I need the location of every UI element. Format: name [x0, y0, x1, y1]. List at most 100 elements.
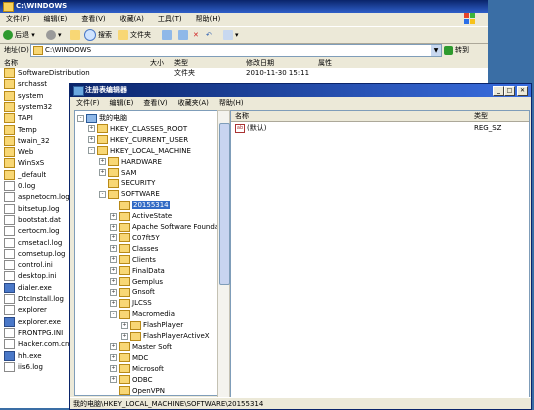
reg-menu-help[interactable]: 帮助(H)	[219, 99, 244, 107]
reg-menu-favorites[interactable]: 收藏夹(A)	[178, 99, 209, 107]
expand-icon[interactable]: +	[110, 212, 117, 220]
tree-node[interactable]: + ActiveState	[110, 211, 172, 221]
expand-icon[interactable]: +	[121, 321, 128, 329]
col-size[interactable]: 大小	[150, 58, 164, 68]
expand-icon[interactable]: +	[88, 125, 95, 133]
expand-icon[interactable]: +	[110, 354, 117, 362]
file-list-item[interactable]: _default	[4, 169, 46, 181]
up-button[interactable]	[70, 29, 82, 41]
expand-icon[interactable]: +	[110, 223, 117, 231]
expand-icon[interactable]: +	[110, 278, 117, 285]
close-button[interactable]: ✕	[517, 86, 528, 96]
file-list-item[interactable]: Temp	[4, 124, 37, 136]
file-list-item[interactable]: 0.log	[4, 181, 35, 192]
tree-scrollbar[interactable]	[217, 110, 230, 398]
col-value-type[interactable]: 类型	[474, 111, 488, 121]
menu-edit[interactable]: 编辑(E)	[44, 15, 68, 23]
tree-node[interactable]: + FinalData	[110, 266, 165, 276]
col-attr[interactable]: 属性	[318, 58, 332, 68]
go-button[interactable]: 转到	[444, 44, 482, 56]
tree-node[interactable]: + Classes	[110, 244, 158, 254]
menu-file[interactable]: 文件(F)	[6, 15, 30, 23]
expand-icon[interactable]: +	[110, 288, 117, 296]
file-list-item[interactable]: srchasst	[4, 79, 47, 90]
regedit-title-bar[interactable]: 注册表编辑器 _ □ ✕	[70, 84, 531, 97]
scrollbar-thumb[interactable]	[219, 123, 230, 285]
expand-icon[interactable]: +	[110, 234, 117, 242]
file-list-item[interactable]: FRONTPG.INI	[4, 327, 63, 339]
tree-node[interactable]: + Clients	[110, 255, 156, 265]
col-date[interactable]: 修改日期	[246, 58, 274, 68]
tree-node[interactable]: + Microsoft	[110, 364, 164, 374]
dropdown-arrow-icon[interactable]: ▼	[431, 45, 441, 56]
menu-help[interactable]: 帮助(H)	[196, 15, 221, 23]
reg-menu-view[interactable]: 查看(V)	[143, 99, 167, 107]
tree-node[interactable]: OpenVPN	[110, 386, 165, 395]
copy-to-button[interactable]	[178, 29, 190, 41]
file-list-item[interactable]: DtcInstall.log	[4, 294, 64, 305]
file-list-item[interactable]: certocm.log	[4, 226, 60, 237]
tree-node[interactable]: - HKEY_LOCAL_MACHINE	[88, 146, 191, 156]
collapse-icon[interactable]: -	[99, 190, 106, 198]
file-list-item[interactable]: explorer.exe	[4, 316, 61, 328]
col-name[interactable]: 名称	[4, 58, 18, 68]
col-type[interactable]: 类型	[174, 58, 188, 68]
tree-node[interactable]: + ODBC	[110, 375, 152, 385]
tree-node[interactable]: + MDC	[110, 353, 148, 363]
maximize-button[interactable]: □	[504, 86, 515, 96]
views-button[interactable]: ▾	[223, 29, 239, 41]
tree-node[interactable]: + Master Soft	[110, 342, 172, 352]
expand-icon[interactable]: +	[88, 136, 95, 144]
address-input[interactable]: C:\WINDOWS ▼	[30, 44, 442, 57]
tree-node[interactable]: - Macromedia	[110, 309, 175, 319]
file-list-item[interactable]: bitsetup.log	[4, 203, 60, 215]
expand-icon[interactable]: +	[110, 376, 117, 384]
tree-node[interactable]: + SAM	[99, 168, 136, 178]
move-to-button[interactable]	[162, 29, 174, 41]
reg-menu-file[interactable]: 文件(F)	[76, 99, 100, 107]
file-list-item[interactable]: Web	[4, 147, 33, 158]
tree-node[interactable]: 20155314	[110, 200, 170, 210]
registry-tree[interactable]: - 我的电脑 + HKEY_CLASSES_ROOT + HKEY_CURRENT_USE…	[74, 110, 222, 396]
value-row-default[interactable]: ab (默认)	[235, 123, 266, 133]
collapse-icon[interactable]: -	[77, 114, 84, 122]
expand-icon[interactable]: +	[110, 256, 117, 264]
tree-node[interactable]: - 我的电脑	[77, 113, 127, 123]
file-list-item[interactable]: explorer	[4, 305, 47, 316]
expand-icon[interactable]: +	[121, 332, 128, 340]
back-button[interactable]: 后退 ▾	[3, 29, 35, 41]
collapse-icon[interactable]: -	[110, 310, 117, 318]
file-list-item[interactable]: TAPI	[4, 113, 33, 124]
explorer-title-bar[interactable]: C:\WINDOWS	[0, 0, 488, 13]
expand-icon[interactable]: +	[110, 245, 117, 253]
menu-tools[interactable]: 工具(T)	[158, 15, 182, 23]
file-list-item[interactable]: control.ini	[4, 260, 53, 271]
file-list-item[interactable]: cmsetacl.log	[4, 237, 62, 249]
expand-icon[interactable]: +	[99, 158, 106, 166]
file-list-item[interactable]: dialer.exe	[4, 282, 52, 294]
expand-icon[interactable]: +	[99, 169, 106, 176]
tree-node[interactable]: + HKEY_CURRENT_USER	[88, 135, 188, 145]
tree-node[interactable]: + JLCSS	[110, 298, 152, 308]
file-list-item[interactable]: SoftwareDistribution	[4, 68, 90, 79]
tree-node[interactable]: SECURITY	[99, 178, 155, 188]
tree-node[interactable]: + FlashPlayerActiveX	[121, 331, 210, 341]
tree-node[interactable]: + FlashPlayer	[121, 320, 183, 330]
undo-icon[interactable]: ↶	[206, 29, 212, 41]
delete-icon[interactable]: ✕	[193, 29, 199, 41]
file-list-item[interactable]: aspnetocm.log	[4, 192, 70, 203]
file-list-item[interactable]: hh.exe	[4, 350, 42, 362]
search-button[interactable]: 搜索	[84, 29, 112, 41]
collapse-icon[interactable]: -	[88, 147, 95, 155]
menu-view[interactable]: 查看(V)	[81, 15, 105, 23]
file-list-item[interactable]: system	[4, 90, 43, 102]
tree-node[interactable]: + HARDWARE	[99, 157, 162, 167]
tree-node[interactable]: - SOFTWARE	[99, 189, 160, 199]
file-list-item[interactable]: bootstat.dat	[4, 214, 61, 226]
file-list-item[interactable]: iis6.log	[4, 361, 43, 373]
tree-node[interactable]: + Gnsoft	[110, 287, 155, 297]
expand-icon[interactable]: +	[110, 267, 117, 275]
file-list-item[interactable]: twain_32	[4, 135, 50, 147]
file-list-item[interactable]: comsetup.log	[4, 248, 65, 260]
tree-node[interactable]: + C07ft5Y	[110, 233, 160, 243]
